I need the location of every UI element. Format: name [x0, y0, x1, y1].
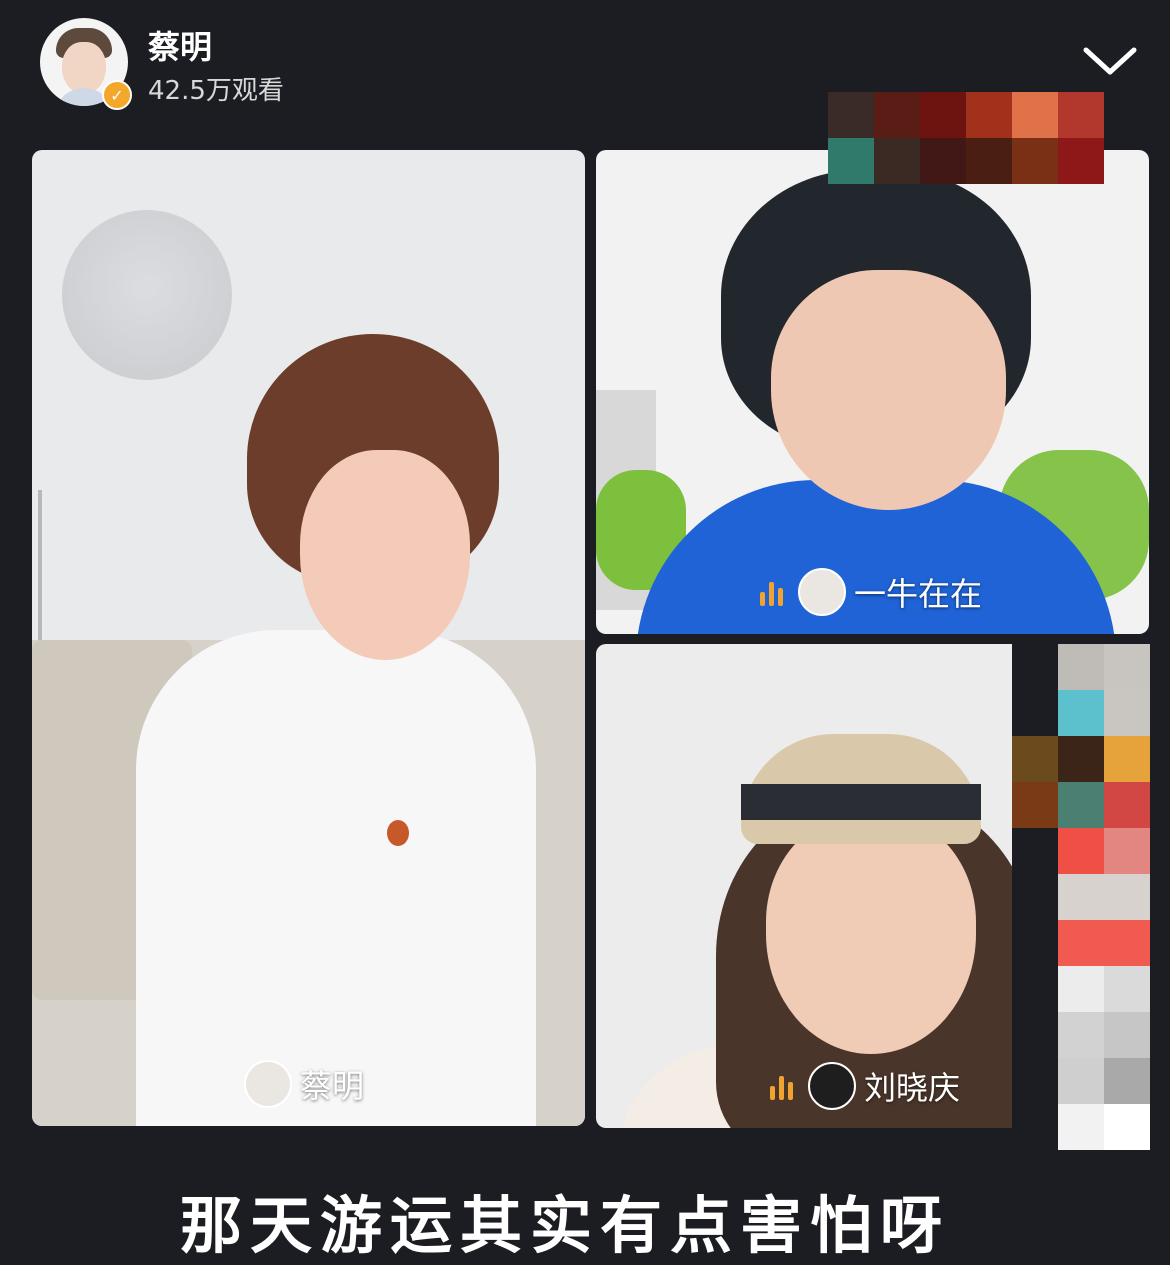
- video-panel-host[interactable]: 蔡明: [32, 150, 585, 1126]
- participant-name: 蔡明: [300, 1067, 365, 1105]
- panel-label-host: 蔡明: [244, 1060, 364, 1108]
- subtitle-caption: 那天游运其实有点害怕呀: [180, 1189, 951, 1262]
- avatar: [244, 1060, 292, 1108]
- panel-label-guest-1: 一牛在在: [760, 568, 982, 616]
- panel-label-guest-2: 刘晓庆: [770, 1062, 960, 1110]
- chevron-down-icon[interactable]: [1082, 40, 1138, 80]
- video-panel-guest-1[interactable]: 一牛在在: [596, 150, 1149, 634]
- avatar: [808, 1062, 856, 1110]
- verified-badge-icon: ✓: [102, 80, 132, 110]
- participant-name: 一牛在在: [854, 575, 983, 613]
- host-name[interactable]: 蔡明: [148, 22, 212, 68]
- participant-name: 刘晓庆: [864, 1069, 961, 1107]
- host-avatar[interactable]: ✓: [40, 18, 132, 110]
- pixelated-overlay-right: [1012, 644, 1150, 1150]
- avatar: [798, 568, 846, 616]
- wall-lamp: [62, 210, 232, 380]
- viewer-count: 42.5万观看: [148, 76, 284, 106]
- audio-level-icon: [760, 578, 790, 606]
- pixelated-overlay-top: [828, 92, 1104, 184]
- audio-level-icon: [770, 1072, 800, 1100]
